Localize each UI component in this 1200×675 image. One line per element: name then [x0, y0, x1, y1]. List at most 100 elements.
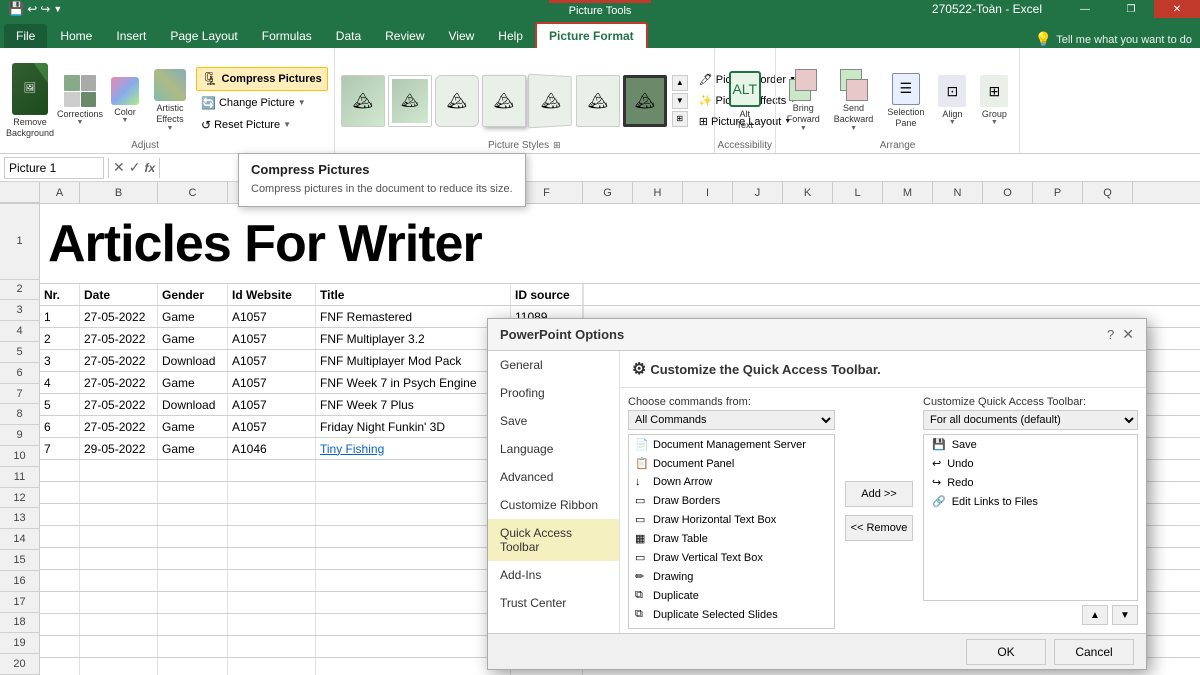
- col-header-o[interactable]: O: [983, 182, 1033, 203]
- row-num-19[interactable]: 19: [0, 633, 39, 654]
- tab-home[interactable]: Home: [48, 24, 104, 48]
- dialog-nav-language[interactable]: Language: [488, 435, 619, 463]
- customize-dropdown[interactable]: For all documents (default): [923, 410, 1138, 430]
- name-box[interactable]: [4, 157, 104, 179]
- col-header-q[interactable]: Q: [1083, 182, 1133, 203]
- tab-page-layout[interactable]: Page Layout: [158, 24, 249, 48]
- col-header-j[interactable]: J: [733, 182, 783, 203]
- remove-background-btn[interactable]: 🖼 RemoveBackground: [6, 60, 54, 142]
- row-num-9[interactable]: 9: [0, 425, 39, 446]
- pic-style-1[interactable]: 🏔: [341, 75, 385, 127]
- confirm-formula-icon[interactable]: ✓: [129, 159, 141, 176]
- row-num-17[interactable]: 17: [0, 592, 39, 613]
- tab-view[interactable]: View: [437, 24, 487, 48]
- row-num-8[interactable]: 8: [0, 404, 39, 425]
- right-item-undo[interactable]: ↩Undo: [924, 454, 1137, 473]
- move-down-btn[interactable]: ▼: [1112, 605, 1138, 625]
- reset-picture-btn[interactable]: ↺ Reset Picture ▼: [196, 115, 328, 135]
- artistic-effects-btn[interactable]: ArtisticEffects ▼: [148, 66, 192, 135]
- row-num-13[interactable]: 13: [0, 508, 39, 529]
- row-num-1[interactable]: 1: [0, 204, 39, 280]
- cmd-drawing[interactable]: ✏Drawing: [629, 567, 834, 586]
- dialog-nav-trust-center[interactable]: Trust Center: [488, 589, 619, 617]
- col-header-k[interactable]: K: [783, 182, 833, 203]
- pic-style-2[interactable]: 🏔: [388, 75, 432, 127]
- col-header-g[interactable]: G: [583, 182, 633, 203]
- tab-review[interactable]: Review: [373, 24, 436, 48]
- row-num-12[interactable]: 12: [0, 488, 39, 509]
- add-btn[interactable]: Add >>: [845, 481, 913, 507]
- cancel-formula-icon[interactable]: ✕: [113, 159, 125, 176]
- align-btn[interactable]: ⊡ Align ▼: [933, 72, 971, 129]
- dialog-nav-proofing[interactable]: Proofing: [488, 379, 619, 407]
- cmd-draw-vtextbox[interactable]: ▭Draw Vertical Text Box: [629, 548, 834, 567]
- col-header-h[interactable]: H: [633, 182, 683, 203]
- styles-scroll-up[interactable]: ▲: [672, 75, 688, 91]
- col-header-p[interactable]: P: [1033, 182, 1083, 203]
- right-item-redo[interactable]: ↪Redo: [924, 473, 1137, 492]
- cmd-draw-table[interactable]: ▦Draw Table: [629, 529, 834, 548]
- tab-help[interactable]: Help: [486, 24, 535, 48]
- col-header-l[interactable]: L: [833, 182, 883, 203]
- ok-btn[interactable]: OK: [966, 639, 1046, 665]
- selection-pane-btn[interactable]: ☰ SelectionPane: [882, 70, 929, 132]
- alt-text-btn[interactable]: ALT AltText: [723, 68, 767, 134]
- row-num-14[interactable]: 14: [0, 529, 39, 550]
- styles-expand[interactable]: ⊞: [672, 111, 688, 127]
- col-header-c[interactable]: C: [158, 182, 228, 203]
- tab-picture-format[interactable]: Picture Format: [535, 22, 648, 48]
- cancel-btn[interactable]: Cancel: [1054, 639, 1134, 665]
- col-header-m[interactable]: M: [883, 182, 933, 203]
- dialog-nav-save[interactable]: Save: [488, 407, 619, 435]
- pic-style-6[interactable]: 🏔: [576, 75, 620, 127]
- cmd-draw-htextbox[interactable]: ▭Draw Horizontal Text Box: [629, 510, 834, 529]
- row-num-11[interactable]: 11: [0, 467, 39, 488]
- dialog-nav-quick-access[interactable]: Quick Access Toolbar: [488, 519, 619, 561]
- styles-scroll-down[interactable]: ▼: [672, 93, 688, 109]
- cmd-draw-borders[interactable]: ▭Draw Borders: [629, 491, 834, 510]
- move-up-btn[interactable]: ▲: [1082, 605, 1108, 625]
- right-item-edit-links[interactable]: 🔗Edit Links to Files: [924, 492, 1137, 511]
- row-num-6[interactable]: 6: [0, 363, 39, 384]
- row-num-10[interactable]: 10: [0, 446, 39, 467]
- row-num-16[interactable]: 16: [0, 571, 39, 592]
- cmd-dup-selected[interactable]: ⧉Duplicate Selected Slides: [629, 605, 834, 624]
- insert-function-icon[interactable]: fx: [144, 161, 155, 175]
- group-btn[interactable]: ⊞ Group ▼: [975, 72, 1013, 129]
- col-header-i[interactable]: I: [683, 182, 733, 203]
- row-num-7[interactable]: 7: [0, 384, 39, 405]
- tab-data[interactable]: Data: [324, 24, 373, 48]
- cmd-doc-mgmt[interactable]: 📄Document Management Server: [629, 435, 834, 454]
- change-picture-btn[interactable]: 🔄 Change Picture ▼: [196, 93, 328, 113]
- compress-pictures-btn[interactable]: 🗜 Compress Pictures: [196, 67, 328, 91]
- row-num-20[interactable]: 20: [0, 654, 39, 675]
- search-tell-me[interactable]: Tell me what you want to do: [1056, 34, 1192, 46]
- dialog-help-btn[interactable]: ?: [1107, 327, 1114, 342]
- row-num-18[interactable]: 18: [0, 613, 39, 634]
- remove-btn[interactable]: << Remove: [845, 515, 913, 541]
- minimize-btn[interactable]: —: [1062, 0, 1108, 18]
- dialog-close-btn[interactable]: ✕: [1122, 326, 1134, 343]
- tab-file[interactable]: File: [4, 24, 47, 48]
- cmd-doc-panel[interactable]: 📋Document Panel: [629, 454, 834, 473]
- row-num-2[interactable]: 2: [0, 280, 39, 301]
- row-num-4[interactable]: 4: [0, 321, 39, 342]
- bring-forward-btn[interactable]: BringForward ▼: [782, 66, 825, 135]
- dialog-nav-advanced[interactable]: Advanced: [488, 463, 619, 491]
- row-num-15[interactable]: 15: [0, 550, 39, 571]
- pic-style-5[interactable]: 🏔: [528, 73, 572, 128]
- restore-btn[interactable]: ❐: [1108, 0, 1154, 18]
- pic-style-4[interactable]: 🏔: [482, 75, 526, 127]
- dialog-nav-addins[interactable]: Add-Ins: [488, 561, 619, 589]
- col-header-n[interactable]: N: [933, 182, 983, 203]
- cmd-duplicate[interactable]: ⧉Duplicate: [629, 586, 834, 605]
- pic-style-selected[interactable]: 🏔: [623, 75, 667, 127]
- dialog-nav-customize-ribbon[interactable]: Customize Ribbon: [488, 491, 619, 519]
- close-btn[interactable]: ✕: [1154, 0, 1200, 18]
- row-num-3[interactable]: 3: [0, 300, 39, 321]
- col-header-b[interactable]: B: [80, 182, 158, 203]
- dialog-nav-general[interactable]: General: [488, 351, 619, 379]
- corrections-btn[interactable]: Corrections ▼: [58, 72, 102, 129]
- tab-insert[interactable]: Insert: [104, 24, 158, 48]
- col-header-a[interactable]: A: [40, 182, 80, 203]
